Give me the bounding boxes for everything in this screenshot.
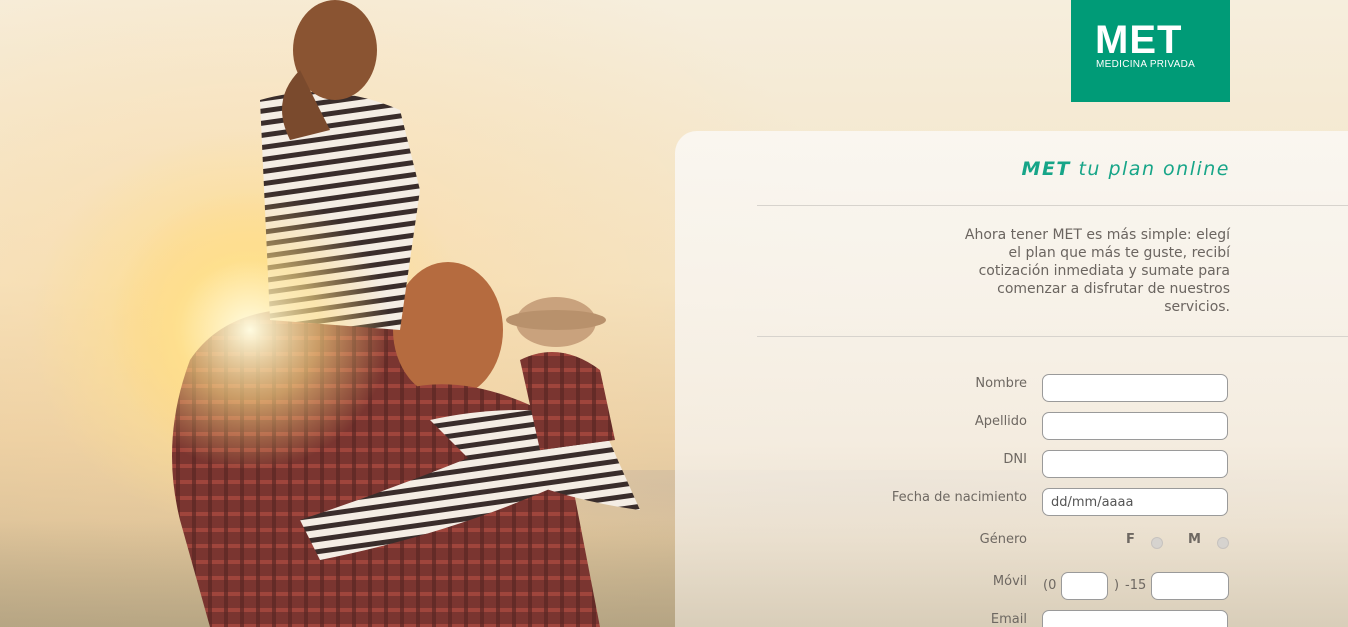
logo-wordmark: MET	[1095, 18, 1183, 62]
genero-m-label: M	[1188, 532, 1201, 547]
movil-area-code-input[interactable]	[1061, 572, 1108, 600]
divider-top	[757, 205, 1348, 206]
movil-number-input[interactable]	[1151, 572, 1229, 600]
fecha-nacimiento-input[interactable]	[1042, 488, 1228, 516]
headline-text: tu plan online	[1078, 158, 1230, 180]
email-input[interactable]	[1042, 610, 1228, 627]
nombre-input[interactable]	[1042, 374, 1228, 402]
dni-input[interactable]	[1042, 450, 1228, 478]
description-text: Ahora tener MET es más simple: elegí el …	[964, 227, 1230, 315]
met-logo[interactable]: MET MEDICINA PRIVADA	[1071, 0, 1230, 102]
movil-label: Móvil	[992, 574, 1027, 589]
headline-brand: MET	[1021, 158, 1071, 180]
nombre-label: Nombre	[975, 376, 1027, 391]
movil-prefix-open: (0	[1043, 578, 1057, 593]
family-photo	[110, 0, 640, 627]
page-title: MET tu plan online	[1022, 158, 1230, 180]
landing-page: MET MEDICINA PRIVADA MET tu plan online …	[0, 0, 1348, 627]
genero-f-label: F	[1126, 532, 1135, 547]
divider-bottom	[757, 336, 1348, 337]
movil-prefix-15: -15	[1125, 578, 1147, 593]
email-label: Email	[990, 612, 1027, 627]
fecha-nacimiento-label: Fecha de nacimiento	[891, 490, 1027, 505]
genero-m-radio[interactable]	[1217, 537, 1229, 549]
apellido-label: Apellido	[974, 414, 1027, 429]
dni-label: DNI	[1003, 452, 1027, 467]
movil-prefix-close: )	[1114, 578, 1120, 593]
apellido-input[interactable]	[1042, 412, 1228, 440]
genero-f-radio[interactable]	[1151, 537, 1163, 549]
logo-tagline: MEDICINA PRIVADA	[1096, 59, 1196, 70]
genero-label: Género	[979, 532, 1027, 547]
